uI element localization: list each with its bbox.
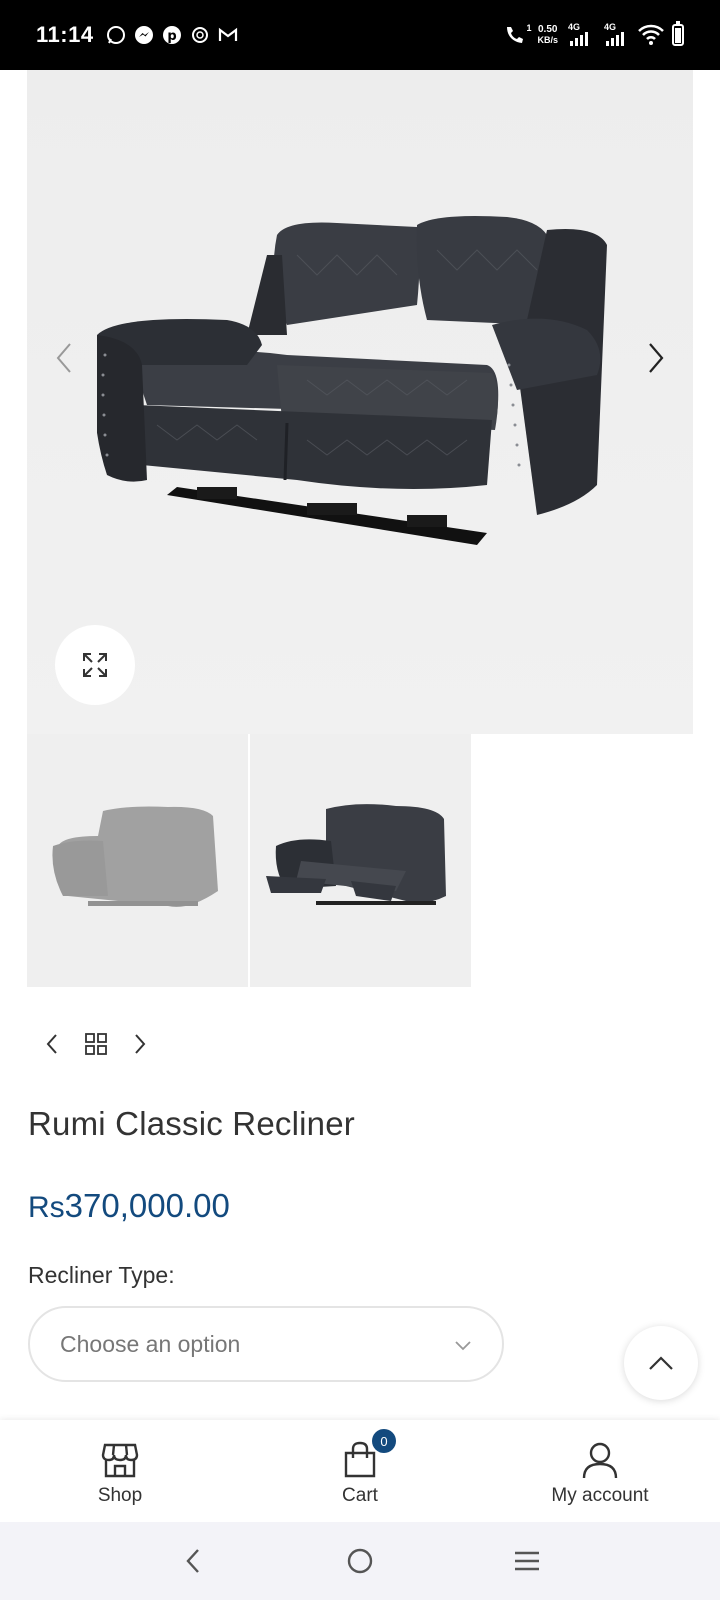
price-amount: 370,000.00 — [64, 1187, 230, 1224]
call-line-label: 1 — [526, 23, 532, 33]
sim1-label: 4G — [568, 22, 581, 32]
whatsapp-icon — [106, 25, 126, 45]
toolbar-account[interactable]: My account — [480, 1420, 720, 1522]
system-home-button[interactable] — [340, 1541, 380, 1581]
product-navigation — [40, 1030, 152, 1058]
toolbar-shop-label: Shop — [97, 1485, 143, 1506]
network-speed: 0.50 KB/s — [537, 24, 558, 46]
status-time: 11:14 — [36, 22, 94, 47]
variation-label-colon: : — [168, 1262, 175, 1288]
status-bar: 11:14 p 1 0.50 KB/s 4G 4G — [0, 0, 720, 70]
status-right: 1 0.50 KB/s 4G 4G — [501, 21, 684, 48]
chevron-left-icon — [46, 1034, 57, 1054]
wifi-call-icon: 1 — [501, 23, 532, 45]
previous-product-button[interactable] — [40, 1030, 64, 1058]
chevron-up-icon — [649, 1356, 673, 1370]
toolbar-shop[interactable]: Shop — [0, 1420, 240, 1522]
notification-icons: p — [106, 25, 238, 45]
price-currency: Rs — [28, 1191, 65, 1224]
toolbar-cart[interactable]: 0 Cart — [240, 1420, 480, 1522]
battery-icon — [672, 21, 684, 46]
back-to-products-button[interactable] — [84, 1030, 108, 1058]
sim2-signal-icon: 4G — [602, 22, 630, 48]
variation-label-text: Recliner Type — [28, 1262, 169, 1288]
select-placeholder: Choose an option — [60, 1330, 241, 1357]
product-main-image[interactable] — [27, 70, 693, 734]
shopping-bag-icon: 0 — [342, 1429, 396, 1479]
next-product-button[interactable] — [128, 1030, 152, 1058]
network-speed-value: 0.50 — [538, 24, 558, 35]
system-menu-button[interactable] — [507, 1541, 547, 1581]
zoom-button[interactable] — [55, 625, 135, 705]
gallery-prev-button[interactable] — [49, 338, 79, 378]
sofa-reclined-thumbnail-image — [265, 803, 446, 905]
network-speed-unit: KB/s — [537, 35, 558, 45]
sim2-label: 4G — [604, 22, 617, 32]
chevron-left-icon — [56, 343, 71, 373]
cart-count-badge: 0 — [372, 1429, 396, 1453]
product-title: Rumi Classic Recliner — [28, 1105, 355, 1142]
product-price: Rs370,000.00 — [28, 1187, 230, 1225]
bottom-toolbar: Shop 0 Cart My account — [0, 1420, 720, 1522]
sofa-thumbnail-image — [51, 806, 218, 907]
gallery-next-button[interactable] — [641, 338, 671, 378]
toolbar-account-label: My account — [551, 1485, 649, 1506]
gmail-icon — [218, 25, 238, 45]
sofa-image — [97, 216, 607, 545]
messenger-icon — [134, 25, 154, 45]
user-icon — [581, 1435, 619, 1479]
chevron-right-icon — [649, 343, 664, 373]
sim1-signal-icon: 4G — [566, 22, 594, 48]
chevron-down-icon — [454, 1331, 472, 1358]
expand-icon — [83, 653, 107, 677]
system-navigation-bar — [0, 1522, 720, 1600]
scroll-to-top-button[interactable] — [624, 1326, 698, 1400]
home-icon — [347, 1548, 373, 1574]
store-icon — [101, 1435, 139, 1479]
thumbnail-1[interactable] — [27, 734, 248, 987]
pinterest-icon: p — [162, 25, 182, 45]
svg-text:p: p — [167, 29, 176, 44]
thumbnail-strip — [27, 734, 693, 987]
chevron-right-icon — [135, 1034, 146, 1054]
thumbnail-2[interactable] — [250, 734, 471, 987]
recliner-type-select[interactable]: Choose an option — [28, 1306, 504, 1382]
grid-icon — [85, 1033, 107, 1055]
variation-label: Recliner Type: — [28, 1262, 175, 1289]
toolbar-cart-label: Cart — [342, 1485, 378, 1506]
menu-icon — [514, 1551, 539, 1571]
wifi-icon — [638, 24, 664, 45]
system-back-button[interactable] — [173, 1541, 213, 1581]
chatgpt-icon — [190, 25, 210, 45]
back-icon — [186, 1549, 200, 1573]
